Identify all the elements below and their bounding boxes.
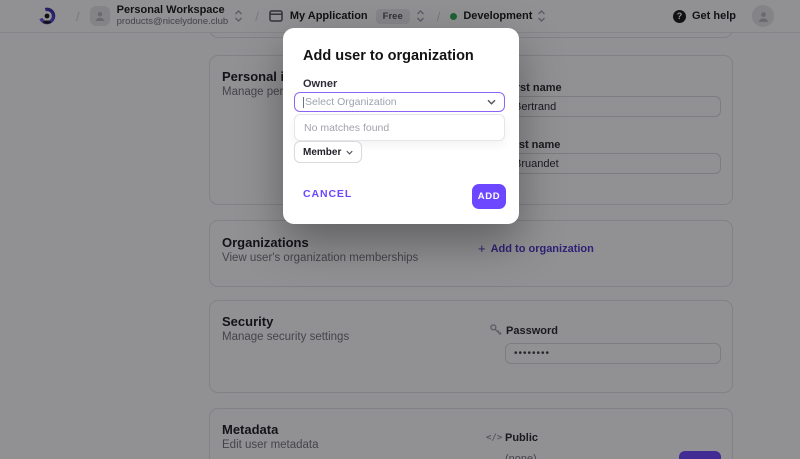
role-select-button[interactable]: Member (294, 141, 363, 163)
add-user-to-organization-modal: Add user to organization Owner Select Or… (283, 28, 519, 224)
organization-dropdown-panel: No matches found (294, 114, 505, 141)
role-label: Member (303, 146, 342, 158)
owner-label: Owner (303, 78, 338, 90)
chevron-down-icon (346, 150, 353, 155)
organization-select-placeholder: Select Organization (305, 96, 397, 108)
chevron-down-icon (487, 99, 496, 105)
organization-select[interactable]: Select Organization (294, 92, 505, 112)
no-matches-message: No matches found (304, 121, 390, 134)
cancel-button[interactable]: CANCEL (303, 188, 352, 200)
text-cursor (303, 96, 304, 108)
modal-title: Add user to organization (303, 48, 474, 64)
add-button[interactable]: ADD (472, 184, 506, 209)
app-window: / Personal Workspace products@nicelydone… (0, 0, 800, 459)
